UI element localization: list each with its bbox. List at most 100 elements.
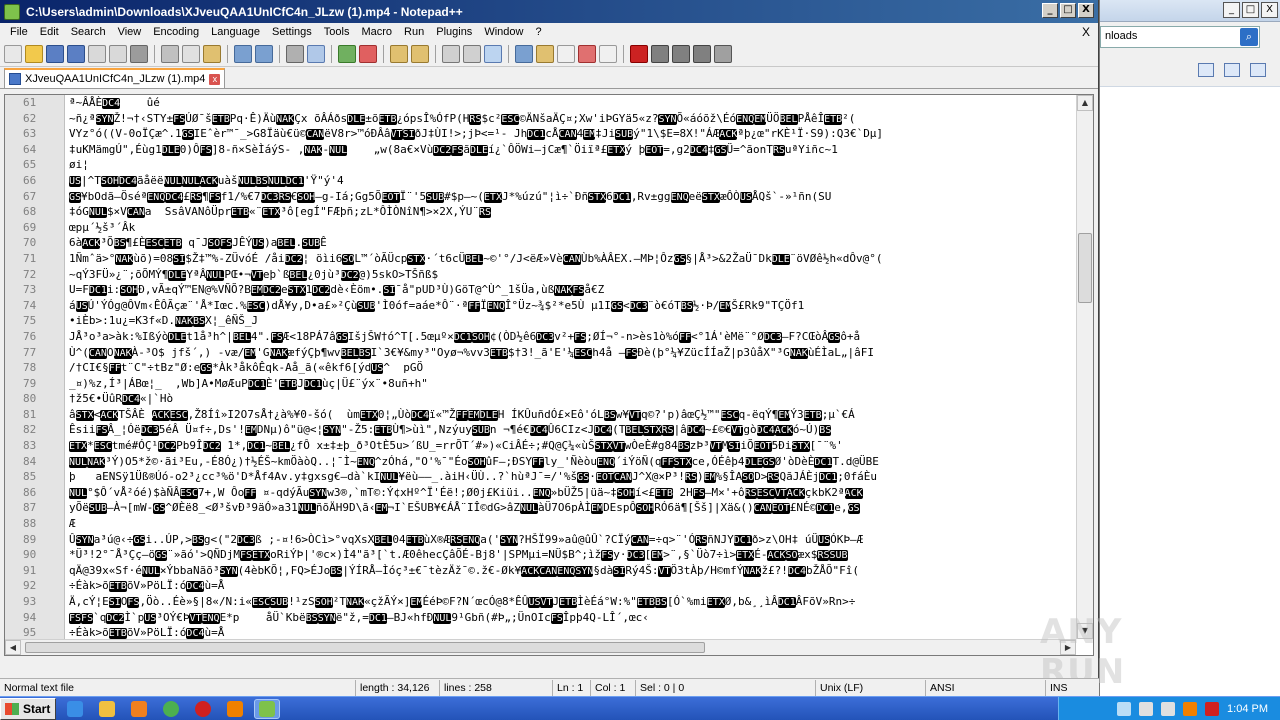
menu-encoding[interactable]: Encoding	[147, 26, 205, 38]
code-line[interactable]: NUL°$Ô´vÅ²óé)$àÑÂESC7+,W ÔoFF ¤-qdýÃuSYN…	[69, 485, 1076, 501]
save-macro-icon[interactable]	[714, 44, 732, 63]
code-line[interactable]: U=FDC1i:SOHÐ,vÃ±qÝ™EN@%VÑÕ?BEMDC2eSTX1DC…	[69, 282, 1076, 298]
code-line[interactable]: ~qÝ3FÜ»¿¨;õÕMÝ¶DLEYªÂNULPŒ•¬VTeþ`ßBEL¿0j…	[69, 267, 1076, 283]
vertical-scrollbar[interactable]: ▲ ▼	[1076, 95, 1093, 639]
folder-workspace-icon[interactable]	[578, 44, 596, 63]
code-line[interactable]: †ž5€•ÜûRDC4«|`Hò	[69, 391, 1076, 407]
chrome-icon[interactable]	[158, 699, 184, 719]
function-list-icon[interactable]	[557, 44, 575, 63]
explorer-address-bar[interactable]: nloads	[1100, 26, 1260, 48]
status-encoding[interactable]: ANSI	[926, 679, 1046, 696]
preview-pane-icon[interactable]	[1224, 63, 1240, 77]
indent-guide-icon[interactable]	[484, 44, 502, 63]
code-line[interactable]: ÷Éàk>õETBõV»PöLÏ:óDC4ù=Å	[69, 625, 1076, 639]
udl-icon[interactable]	[515, 44, 533, 63]
menu-language[interactable]: Language	[205, 26, 266, 38]
record-macro-icon[interactable]	[630, 44, 648, 63]
code-line[interactable]: ETX*ESCtmé#ÓÇ¹DC2Pb9ÎDC2 1*,DC1~BEL¿fÔ x…	[69, 438, 1076, 454]
code-line[interactable]: *Ü³!2°¯Å³Çç—öGS¨»ãó'>QÑDjMFSETXoRiÝÞ|'®c…	[69, 547, 1076, 563]
menu-macro[interactable]: Macro	[355, 26, 398, 38]
save-icon[interactable]	[46, 44, 64, 63]
network-icon[interactable]	[1139, 701, 1154, 716]
explorer-minimize-button[interactable]: _	[1223, 2, 1240, 18]
start-button[interactable]: Start	[0, 697, 56, 720]
vertical-scroll-thumb[interactable]	[1078, 233, 1092, 303]
clock[interactable]: 1:04 PM	[1227, 703, 1268, 715]
close-button[interactable]: X	[1078, 3, 1094, 18]
menu-window[interactable]: Window	[478, 26, 529, 38]
tab-close-icon[interactable]: x	[209, 73, 221, 85]
close-document-button[interactable]: X	[1082, 25, 1090, 39]
minimize-button[interactable]: _	[1042, 3, 1058, 18]
window-titlebar[interactable]: C:\Users\admin\Downloads\XJveuQAA1UnICfC…	[0, 0, 1098, 23]
find-icon[interactable]	[286, 44, 304, 63]
tab-document[interactable]: XJveuQAA1UnICfC4n_JLzw (1).mp4 x	[4, 68, 226, 88]
close-all-icon[interactable]	[109, 44, 127, 63]
copy-icon[interactable]	[182, 44, 200, 63]
replace-icon[interactable]	[307, 44, 325, 63]
word-wrap-icon[interactable]	[442, 44, 460, 63]
horizontal-scroll-thumb[interactable]	[25, 642, 705, 653]
new-file-icon[interactable]	[4, 44, 22, 63]
vlc-tray-icon[interactable]	[1183, 701, 1198, 716]
code-line[interactable]: NULNAK³Ý)O5*ž©·ãi³Eu,-É8Ó¿)†½ÉŠ~kmÖàòQ..…	[69, 454, 1076, 470]
help-icon[interactable]	[1250, 63, 1266, 77]
code-line[interactable]: /†CI€§FFt¨C"÷tBz"Ø:eGS*Àk³åkôÊqk-Aå_ã(«ê…	[69, 360, 1076, 376]
explorer-close-button[interactable]: X	[1261, 2, 1278, 18]
code-line[interactable]: Ù^(CANONAKÀ-³O$ jfš´,) -væ/EM'GNAKæfýÇþ¶…	[69, 345, 1076, 361]
code-line[interactable]: Æ	[69, 516, 1076, 532]
code-line[interactable]: âSTX<ACKTŠÂÈ ACKESC,Ž8Íî»I2O7sÅ†¿à%¥0-šó…	[69, 407, 1076, 423]
code-line[interactable]: _¤)%z,Í³|ÁBœ¦_ ,Wb]A•MøÆuPDC1È'ETBJDC1ùç…	[69, 376, 1076, 392]
monitoring-icon[interactable]	[599, 44, 617, 63]
open-file-icon[interactable]	[25, 44, 43, 63]
save-all-icon[interactable]	[67, 44, 85, 63]
menu-view[interactable]: View	[112, 26, 148, 38]
security-alert-icon[interactable]	[1205, 701, 1220, 716]
explorer-maximize-button[interactable]: □	[1242, 2, 1259, 18]
menu-tools[interactable]: Tools	[318, 26, 356, 38]
code-line[interactable]: Ä,cÝ¦ESIOFS,Öò..Éè»§|8«/N:i«ESCSUB!¹zSSO…	[69, 594, 1076, 610]
code-line[interactable]: yÕëSUB—À¬[mW-GS^ØÈë8_<Ø³švÐ³9äÓ»a31NULñõ…	[69, 500, 1076, 516]
menu-run[interactable]: Run	[398, 26, 430, 38]
notepadpp-taskbar-icon[interactable]	[254, 698, 280, 719]
text-editor[interactable]: 61 62 63 64 65 66 67 68 69 70 71 72 73 74 75 76 77 78 79 80…	[4, 94, 1094, 656]
menu-help[interactable]: ?	[529, 26, 547, 38]
code-line[interactable]: ÊsiiFSÂ_¦ÓëDC35éÂ Ü¤f÷,Ds'!EMDNµ)ô"ü@<¦S…	[69, 422, 1076, 438]
menu-plugins[interactable]: Plugins	[430, 26, 478, 38]
code-line[interactable]: qÄ@39x«Sf·éNUL×ÝbbaNãõ³SYN(4èbKÕ¦,FQ>ÉJo…	[69, 563, 1076, 579]
status-eol[interactable]: Unix (LF)	[816, 679, 926, 696]
code-line[interactable]: FSFS`qDC2Ì`pUS³OÝ€ÞVTENQE*p åÜ`KbëBSSYNë…	[69, 610, 1076, 626]
run-macro-multiple-icon[interactable]	[693, 44, 711, 63]
tray-expand-icon[interactable]	[1117, 701, 1132, 716]
code-line[interactable]: US|^TSOHDC4ãåëëNULNULACKuàšNULBSNULDC1'Ÿ…	[69, 173, 1076, 189]
media-player-icon[interactable]	[126, 699, 152, 719]
code-line[interactable]: VYz°ó((V-0oÏÇæ^.1GSIEˆèr™¯_>G8Ïäù€ü©CANë…	[69, 126, 1076, 142]
menu-settings[interactable]: Settings	[266, 26, 318, 38]
horizontal-scrollbar[interactable]: ◀ ▶	[5, 639, 1076, 655]
zoom-in-icon[interactable]	[338, 44, 356, 63]
cut-icon[interactable]	[161, 44, 179, 63]
zoom-out-icon[interactable]	[359, 44, 377, 63]
code-line[interactable]: þ aENSÿ1Üß®Úó-o2³¿cc³%ö'D*Åf4Av.y‡gxsg€—…	[69, 469, 1076, 485]
print-icon[interactable]	[130, 44, 148, 63]
editor-content[interactable]: ª~ÂÅÈDC4 ûé ~ñ¿ªSYNŽ!¬†‹STY±FSÚØ¯šETBPq·Ê…	[69, 95, 1076, 639]
play-macro-icon[interactable]	[672, 44, 690, 63]
menu-search[interactable]: Search	[65, 26, 112, 38]
search-icon[interactable]: ⌕	[1240, 28, 1258, 46]
menu-file[interactable]: File	[4, 26, 34, 38]
status-insert-mode[interactable]: INS	[1046, 680, 1099, 696]
maximize-button[interactable]: □	[1060, 3, 1076, 18]
close-file-icon[interactable]	[88, 44, 106, 63]
scroll-left-arrow-icon[interactable]: ◀	[5, 640, 21, 655]
sync-horizontal-icon[interactable]	[411, 44, 429, 63]
code-line[interactable]: ‡uKMämgÚ",Éùg1DLE0)ÔFS]8-ñ×SèÌáýS- ,NAK-…	[69, 142, 1076, 158]
code-line[interactable]: ~ñ¿ªSYNŽ!¬†‹STY±FSÚØ¯šETBPq·Ê)ÄùNAKÇx õÂ…	[69, 111, 1076, 127]
code-line[interactable]: JÅ³o³a>àk:%IßýòDLEt1å³h^|BEL4".FSÆ<18PÁ7…	[69, 329, 1076, 345]
undo-icon[interactable]	[234, 44, 252, 63]
code-line[interactable]: ‡óGNUL$×VCANa SsâVANôÜprETB«¨ETX³ô[egÍ"F…	[69, 204, 1076, 220]
view-options-icon[interactable]	[1198, 63, 1214, 77]
code-line[interactable]: øi¦	[69, 157, 1076, 173]
ie-icon[interactable]	[62, 699, 88, 719]
code-line[interactable]: ÛSYNa³ú@‹÷GSi..ÚP,>BSg<("2DC3ß ;-¤!6>ÒCì…	[69, 532, 1076, 548]
menu-edit[interactable]: Edit	[34, 26, 65, 38]
